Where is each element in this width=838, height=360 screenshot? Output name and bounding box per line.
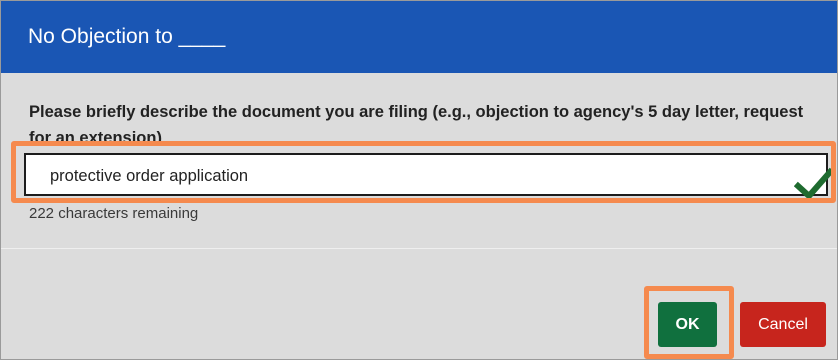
footer-divider — [1, 248, 837, 249]
dialog-title: No Objection to ____ — [28, 25, 226, 48]
dialog: No Objection to ____ Please briefly desc… — [0, 0, 838, 360]
cancel-button[interactable]: Cancel — [740, 302, 826, 347]
description-input-value: protective order application — [50, 167, 249, 185]
description-prompt: Please briefly describe the document you… — [29, 103, 804, 145]
dialog-header: No Objection to ____ — [1, 1, 837, 73]
description-input[interactable]: protective order application — [24, 153, 828, 196]
checkmark-icon — [794, 167, 834, 201]
characters-remaining: 222 characters remaining — [29, 205, 199, 222]
ok-button[interactable]: OK — [658, 302, 717, 347]
